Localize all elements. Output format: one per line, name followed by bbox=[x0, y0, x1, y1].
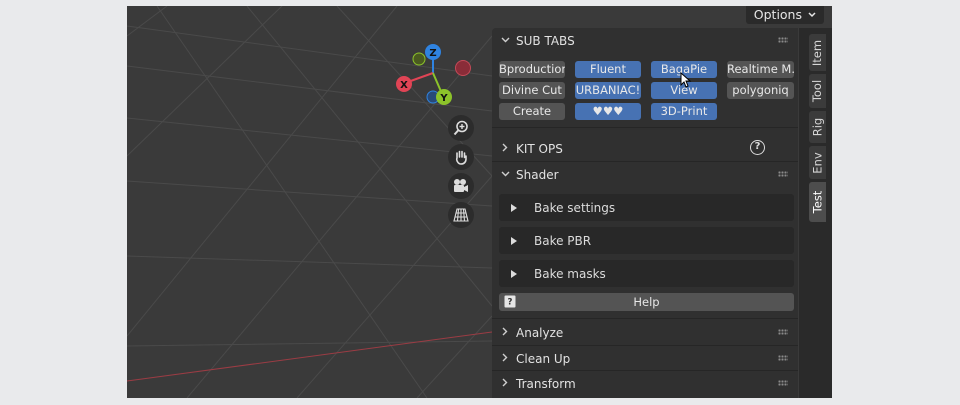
analyze-title: Analyze bbox=[516, 325, 564, 340]
pan-button[interactable] bbox=[448, 144, 474, 170]
shader-title: Shader bbox=[516, 167, 559, 182]
help-circle-icon[interactable]: ? bbox=[750, 140, 765, 155]
expand-triangle-icon bbox=[511, 236, 517, 245]
tab-env-label: Env bbox=[810, 151, 825, 174]
3d-viewport[interactable]: Options Z X Y SUB TABS Bproduction Fluen… bbox=[127, 6, 832, 398]
bake-pbr-subpanel[interactable]: Bake PBR bbox=[499, 227, 794, 254]
chevron-down-icon bbox=[808, 12, 816, 18]
tab-item[interactable]: Item bbox=[809, 34, 826, 71]
chevron-down-icon bbox=[496, 35, 514, 46]
subtab-urbaniac-button[interactable]: URBANIAC! bbox=[575, 82, 641, 99]
svg-text:?: ? bbox=[508, 298, 513, 308]
perspective-toggle-button[interactable] bbox=[448, 202, 474, 228]
expand-triangle-icon bbox=[511, 203, 517, 212]
tab-env[interactable]: Env bbox=[809, 146, 826, 179]
gizmo-x-label: X bbox=[400, 80, 408, 91]
subtab-hearts-button[interactable]: ♥♥♥ bbox=[575, 103, 641, 120]
camera-view-button[interactable] bbox=[448, 173, 474, 199]
bake-pbr-label: Bake PBR bbox=[534, 233, 592, 248]
transform-title: Transform bbox=[516, 376, 576, 391]
tab-test[interactable]: Test bbox=[809, 182, 826, 222]
zoom-icon bbox=[453, 120, 468, 136]
kitops-title: KIT OPS bbox=[516, 141, 563, 156]
divider bbox=[492, 318, 798, 319]
clean-up-header[interactable]: Clean Up bbox=[492, 346, 798, 371]
drag-handle-icon[interactable] bbox=[778, 380, 788, 386]
tab-rig[interactable]: Rig bbox=[809, 111, 826, 143]
transform-header[interactable]: Transform bbox=[492, 371, 798, 396]
tab-tool-label: Tool bbox=[810, 79, 825, 103]
subtab-divine-cut-button[interactable]: Divine Cut bbox=[499, 82, 565, 99]
subtabs-header[interactable]: SUB TABS bbox=[492, 28, 798, 53]
tab-tool[interactable]: Tool bbox=[809, 74, 826, 108]
zoom-button[interactable] bbox=[448, 115, 474, 141]
mouse-cursor-icon bbox=[680, 72, 692, 88]
bake-settings-label: Bake settings bbox=[534, 200, 616, 215]
gizmo-y-label: Y bbox=[439, 93, 448, 104]
drag-handle-icon[interactable] bbox=[778, 329, 788, 335]
tab-test-label: Test bbox=[810, 190, 825, 214]
bake-masks-subpanel[interactable]: Bake masks bbox=[499, 260, 794, 287]
subtab-create-button[interactable]: Create bbox=[499, 103, 565, 120]
subtab-3d-print-button[interactable]: 3D-Print bbox=[651, 103, 717, 120]
drag-handle-icon[interactable] bbox=[778, 355, 788, 361]
options-label: Options bbox=[753, 7, 802, 22]
bake-settings-subpanel[interactable]: Bake settings bbox=[499, 194, 794, 221]
hand-icon bbox=[455, 150, 467, 165]
drag-handle-icon[interactable] bbox=[778, 171, 788, 177]
drag-handle-icon[interactable] bbox=[778, 37, 788, 43]
grid-icon bbox=[453, 208, 469, 222]
subtab-fluent-button[interactable]: Fluent bbox=[575, 61, 641, 78]
help-book-icon: ? bbox=[504, 295, 516, 308]
subtab-bproduction-button[interactable]: Bproduction bbox=[499, 61, 565, 78]
gizmo-z-label: Z bbox=[429, 48, 436, 59]
help-button[interactable]: ? Help bbox=[499, 293, 794, 311]
expand-triangle-icon bbox=[511, 269, 517, 278]
sidebar-tabs: Item Tool Rig Env Test bbox=[799, 28, 832, 398]
shader-header[interactable]: Shader bbox=[492, 162, 798, 187]
bake-masks-label: Bake masks bbox=[534, 266, 606, 281]
help-label: Help bbox=[633, 295, 660, 309]
camera-icon bbox=[454, 179, 468, 192]
chevron-right-icon bbox=[496, 143, 514, 155]
subtabs-title: SUB TABS bbox=[516, 33, 575, 48]
analyze-header[interactable]: Analyze bbox=[492, 320, 798, 345]
chevron-down-icon bbox=[496, 169, 514, 180]
divider bbox=[492, 127, 798, 128]
subtab-realtime-button[interactable]: Realtime M... bbox=[727, 61, 794, 78]
tab-rig-label: Rig bbox=[810, 117, 825, 137]
options-dropdown[interactable]: Options bbox=[745, 6, 824, 24]
navigation-gizmo[interactable]: Z X Y bbox=[391, 43, 481, 115]
tab-item-label: Item bbox=[810, 39, 825, 66]
kitops-header[interactable]: KIT OPS ? bbox=[492, 136, 798, 161]
chevron-right-icon bbox=[496, 327, 514, 339]
clean-up-title: Clean Up bbox=[516, 351, 571, 366]
chevron-right-icon bbox=[496, 378, 514, 390]
sidebar-panel: SUB TABS Bproduction Fluent BagaPie Real… bbox=[492, 28, 798, 398]
chevron-right-icon bbox=[496, 353, 514, 365]
subtab-polygoniq-button[interactable]: polygoniq bbox=[727, 82, 794, 99]
